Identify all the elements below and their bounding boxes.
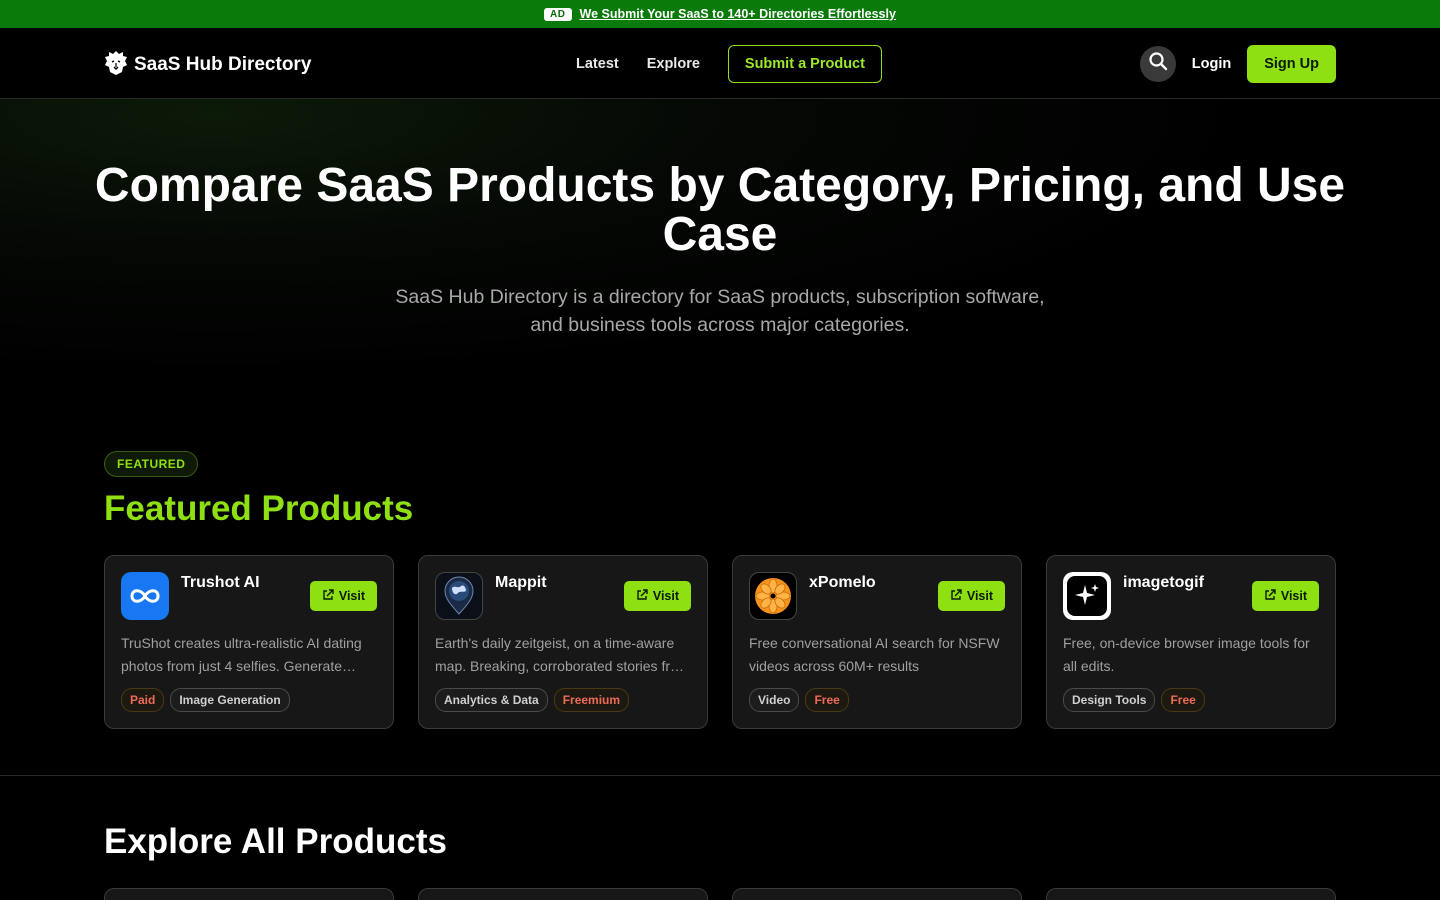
- submit-product-button[interactable]: Submit a Product: [727, 44, 882, 83]
- explore-title: Explore All Products: [104, 822, 447, 861]
- nav-explore[interactable]: Explore: [647, 56, 700, 72]
- visit-button[interactable]: Visit: [937, 581, 1005, 611]
- product-name: Trushot AI: [181, 574, 260, 591]
- product-tags: Paid Image Generation: [121, 688, 290, 712]
- external-link-icon: [1264, 588, 1276, 604]
- hero-section: Compare SaaS Products by Category, Prici…: [0, 99, 1440, 419]
- globe-pin-icon: [435, 572, 483, 620]
- product-description: Free conversational AI search for NSFW v…: [749, 635, 1000, 674]
- main-nav: Latest Explore Submit a Product: [562, 28, 882, 99]
- product-card[interactable]: Trushot AI Visit TruShot creates ultra-r…: [104, 555, 394, 729]
- site-header: SaaS Hub Directory Latest Explore Submit…: [0, 28, 1440, 99]
- ad-link[interactable]: We Submit Your SaaS to 140+ Directories …: [580, 7, 896, 21]
- lion-logo-icon: [104, 50, 128, 76]
- sparkle-icon: [1063, 572, 1111, 620]
- visit-button[interactable]: Visit: [623, 581, 691, 611]
- product-name: Mappit: [495, 574, 547, 591]
- login-link[interactable]: Login: [1192, 56, 1231, 72]
- signup-button[interactable]: Sign Up: [1247, 44, 1336, 83]
- pricing-tag[interactable]: Paid: [121, 688, 165, 712]
- product-card[interactable]: Mappit Visit Earth's daily zeitgeist, on…: [418, 555, 708, 729]
- featured-cards: Trushot AI Visit TruShot creates ultra-r…: [104, 555, 1336, 729]
- product-card[interactable]: imagetogif Visit Free, on-device browser…: [1046, 555, 1336, 729]
- product-card[interactable]: [418, 888, 708, 900]
- category-tag[interactable]: Design Tools: [1063, 688, 1156, 712]
- header-actions: Login Sign Up: [1139, 28, 1336, 99]
- visit-label: Visit: [338, 589, 365, 603]
- pricing-tag[interactable]: Free: [805, 688, 849, 712]
- product-description: TruShot creates ultra-realistic AI datin…: [121, 635, 362, 674]
- visit-label: Visit: [966, 589, 993, 603]
- ad-badge: AD: [544, 7, 572, 21]
- search-icon: [1148, 51, 1168, 76]
- visit-label: Visit: [1280, 589, 1307, 603]
- explore-cards: [104, 888, 1336, 900]
- external-link-icon: [322, 588, 334, 604]
- nav-latest[interactable]: Latest: [576, 56, 619, 72]
- hero-title: Compare SaaS Products by Category, Prici…: [94, 159, 1346, 261]
- product-card[interactable]: [1046, 888, 1336, 900]
- product-tags: Analytics & Data Freemium: [435, 688, 630, 712]
- visit-button[interactable]: Visit: [1251, 581, 1319, 611]
- external-link-icon: [636, 588, 648, 604]
- product-tags: Video Free: [749, 688, 849, 712]
- featured-title: Featured Products: [104, 489, 414, 528]
- product-name: xPomelo: [809, 574, 876, 591]
- section-divider: [0, 775, 1440, 776]
- ad-banner: AD We Submit Your SaaS to 140+ Directori…: [0, 0, 1440, 28]
- category-tag[interactable]: Image Generation: [170, 688, 290, 712]
- product-card[interactable]: [732, 888, 1022, 900]
- visit-button[interactable]: Visit: [309, 581, 377, 611]
- visit-label: Visit: [652, 589, 679, 603]
- citrus-slice-icon: [749, 572, 797, 620]
- pricing-tag[interactable]: Freemium: [553, 688, 630, 712]
- category-tag[interactable]: Analytics & Data: [435, 688, 548, 712]
- hero-subtitle: SaaS Hub Directory is a directory for Sa…: [395, 286, 1045, 336]
- product-card[interactable]: xPomelo Visit Free conversational AI sea…: [732, 555, 1022, 729]
- product-description: Free, on-device browser image tools for …: [1063, 635, 1310, 674]
- search-button[interactable]: [1139, 45, 1176, 82]
- external-link-icon: [950, 588, 962, 604]
- featured-pill: FEATURED: [104, 451, 199, 477]
- infinity-icon: [121, 572, 169, 620]
- logo[interactable]: SaaS Hub Directory: [104, 50, 311, 76]
- featured-section: FEATURED Featured Products Trushot AI Vi…: [104, 451, 1336, 729]
- product-description: Earth's daily zeitgeist, on a time-aware…: [435, 635, 690, 674]
- logo-text: SaaS Hub Directory: [134, 54, 312, 75]
- product-card[interactable]: [104, 888, 394, 900]
- product-tags: Design Tools Free: [1063, 688, 1205, 712]
- product-name: imagetogif: [1123, 574, 1204, 591]
- pricing-tag[interactable]: Free: [1161, 688, 1205, 712]
- category-tag[interactable]: Video: [749, 688, 800, 712]
